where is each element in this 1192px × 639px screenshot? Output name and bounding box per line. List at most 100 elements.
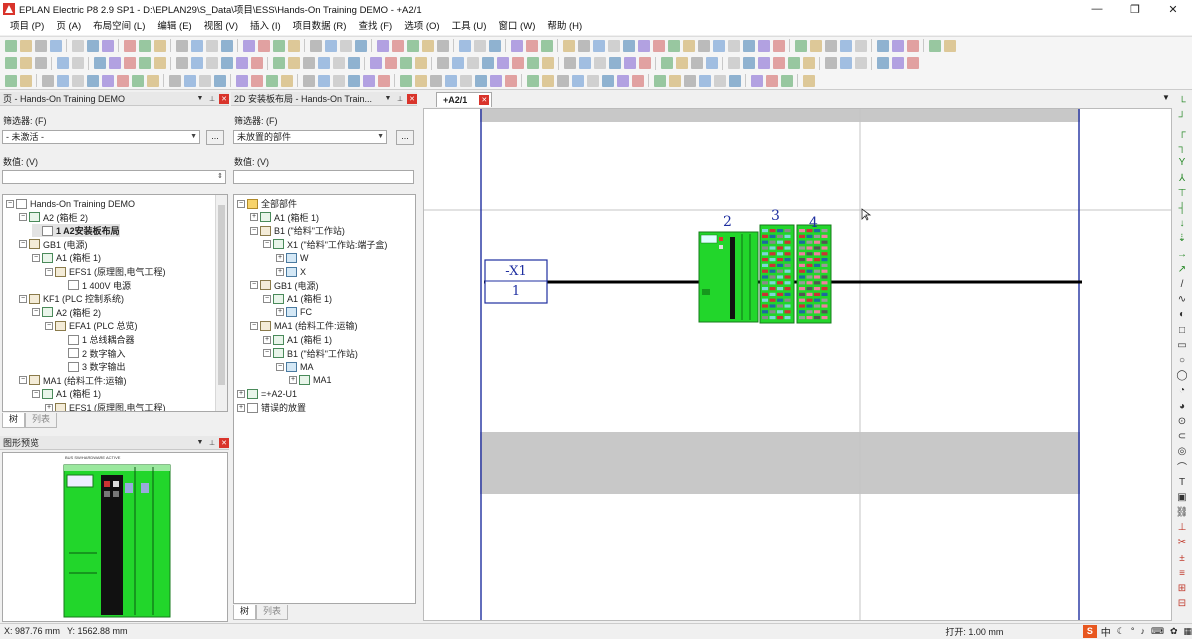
toolbar-tool-icon[interactable] xyxy=(108,57,121,69)
tree-node[interactable]: − B1 ("给料"工作站) xyxy=(250,224,345,237)
tree-expander-icon[interactable]: − xyxy=(250,281,258,290)
toolbar-tool-icon[interactable] xyxy=(526,74,539,87)
toolbar-tool-icon[interactable] xyxy=(153,39,166,52)
toolbar-tool-icon[interactable] xyxy=(220,39,233,52)
toolbar-tool-icon[interactable] xyxy=(794,39,807,52)
toolbar-tool-icon[interactable] xyxy=(943,39,956,52)
toolbar-tool-icon[interactable] xyxy=(683,74,696,87)
toolbar-tool-icon[interactable] xyxy=(190,57,203,69)
drawing-tool-icon[interactable]: ✂ xyxy=(1175,537,1189,549)
toolbar-tool-icon[interactable] xyxy=(765,74,778,87)
tree-node[interactable]: + MA1 xyxy=(289,374,332,387)
tree-node[interactable]: + EFS1 (原理图,电气工程) xyxy=(45,401,166,411)
tree-expander-icon[interactable]: − xyxy=(237,199,245,208)
tree-node[interactable]: − A1 (箱柜 1) xyxy=(32,387,101,400)
menu-layout-space[interactable]: 布局空间 (L) xyxy=(87,18,151,35)
drawing-tool-icon[interactable]: ┤ xyxy=(1175,202,1189,214)
toolbar-tool-icon[interactable] xyxy=(4,74,17,87)
toolbar-tool-icon[interactable] xyxy=(891,39,904,52)
tree-node[interactable]: 1 总线耦合器 xyxy=(58,333,135,346)
toolbar-tool-icon[interactable] xyxy=(309,39,322,52)
toolbar-tool-icon[interactable] xyxy=(742,57,755,69)
toolbar-tool-icon[interactable] xyxy=(824,39,837,52)
tree-expander-icon[interactable]: − xyxy=(263,240,271,249)
chevron-down-icon[interactable]: ▼ xyxy=(383,94,393,104)
toolbar-tool-icon[interactable] xyxy=(891,57,904,69)
toolbar-tool-icon[interactable] xyxy=(414,57,427,69)
tree-node[interactable]: − A2 (箱柜 2) xyxy=(19,211,88,224)
toolbar-tool-icon[interactable] xyxy=(339,39,352,52)
toolbar-tool-icon[interactable] xyxy=(272,57,285,69)
microphone-icon[interactable]: ♪ xyxy=(1140,626,1145,636)
toolbar-tool-icon[interactable] xyxy=(56,74,69,87)
tree-expander-icon[interactable]: + xyxy=(45,403,53,411)
toolbar-tool-icon[interactable] xyxy=(19,57,32,69)
toolbar-tool-icon[interactable] xyxy=(713,74,726,87)
minimize-button[interactable]: — xyxy=(1078,0,1116,18)
tree-expander-icon[interactable]: − xyxy=(19,213,27,222)
tree-expander-icon[interactable]: − xyxy=(263,294,271,303)
toolbar-tool-icon[interactable] xyxy=(466,57,479,69)
toolbar-tool-icon[interactable] xyxy=(49,39,62,52)
toolbar-tool-icon[interactable] xyxy=(787,57,800,69)
drawing-tool-icon[interactable]: ◐ xyxy=(1175,309,1189,321)
tree-node[interactable]: + =+A2-U1 xyxy=(237,387,297,400)
toolbar-tool-icon[interactable] xyxy=(4,39,17,52)
toolbar-tool-icon[interactable] xyxy=(750,74,763,87)
toolbar-tool-icon[interactable] xyxy=(436,39,449,52)
toolbar-tool-icon[interactable] xyxy=(757,57,770,69)
layout-value-field[interactable] xyxy=(233,170,414,184)
tree-node[interactable]: − X1 ("给料"工作站:端子盒) xyxy=(263,238,387,251)
toolbar-tool-icon[interactable] xyxy=(213,74,226,87)
toolbar-tool-icon[interactable] xyxy=(406,39,419,52)
tree-node[interactable]: − MA xyxy=(276,360,314,373)
page-filter-more-button[interactable]: ... xyxy=(206,130,224,145)
toolbar-tool-icon[interactable] xyxy=(280,74,293,87)
toolbar-tool-icon[interactable] xyxy=(592,39,605,52)
tree-expander-icon[interactable]: + xyxy=(250,213,258,222)
toolbar-tool-icon[interactable] xyxy=(436,57,449,69)
menu-insert[interactable]: 插入 (I) xyxy=(244,18,287,35)
toolbar-tool-icon[interactable] xyxy=(727,57,740,69)
toolbar-tool-icon[interactable] xyxy=(287,57,300,69)
toolbar-tool-icon[interactable] xyxy=(839,57,852,69)
drawing-tool-icon[interactable]: └ xyxy=(1175,96,1189,108)
toolbar-tool-icon[interactable] xyxy=(71,39,84,52)
drawing-tool-icon[interactable]: ⛓ xyxy=(1175,506,1189,518)
toolbar-tool-icon[interactable] xyxy=(728,74,741,87)
toolbar-tool-icon[interactable] xyxy=(489,74,502,87)
toolbar-tool-icon[interactable] xyxy=(697,39,710,52)
toolbar-tool-icon[interactable] xyxy=(540,39,553,52)
drawing-canvas[interactable]: -X1 1 2 3 4 xyxy=(423,108,1172,621)
pin-icon[interactable]: ⊥ xyxy=(207,94,217,104)
toolbar-tool-icon[interactable] xyxy=(250,74,263,87)
toolbar-tool-icon[interactable] xyxy=(667,39,680,52)
drawing-tool-icon[interactable]: ◔ xyxy=(1175,385,1189,397)
toolbar-tool-icon[interactable] xyxy=(772,57,785,69)
toolbar-tool-icon[interactable] xyxy=(250,57,263,69)
page-filter-select[interactable]: - 未激活 - ▼ xyxy=(2,130,200,144)
toolbar-tool-icon[interactable] xyxy=(71,57,84,69)
toolbar-tool-icon[interactable] xyxy=(474,74,487,87)
toolbar-tool-icon[interactable] xyxy=(488,39,501,52)
toolbar-tool-icon[interactable] xyxy=(19,39,32,52)
tree-node[interactable]: + W xyxy=(276,251,309,264)
toolbar-tool-icon[interactable] xyxy=(541,74,554,87)
toolbar-tool-icon[interactable] xyxy=(376,39,389,52)
tree-node[interactable]: − 全部部件 xyxy=(237,197,297,210)
toolbar-tool-icon[interactable] xyxy=(623,57,636,69)
toolbar-tool-icon[interactable] xyxy=(175,57,188,69)
drawing-tool-icon[interactable]: ⊤ xyxy=(1175,187,1189,199)
menu-page[interactable]: 页 (A) xyxy=(50,18,87,35)
toolbar-tool-icon[interactable] xyxy=(525,39,538,52)
layout-filter-select[interactable]: 未放置的部件 ▼ xyxy=(233,130,387,144)
close-icon[interactable]: ✕ xyxy=(479,95,490,105)
toolbar-tool-icon[interactable] xyxy=(101,39,114,52)
toolbar-tool-icon[interactable] xyxy=(4,57,17,69)
toolbar-tool-icon[interactable] xyxy=(690,57,703,69)
toolbar-tool-icon[interactable] xyxy=(496,57,509,69)
menu-view[interactable]: 视图 (V) xyxy=(198,18,244,35)
toolbar-tool-icon[interactable] xyxy=(138,57,151,69)
tree-node[interactable]: − GB1 (电源) xyxy=(250,279,319,292)
toolbar-tool-icon[interactable] xyxy=(928,39,941,52)
